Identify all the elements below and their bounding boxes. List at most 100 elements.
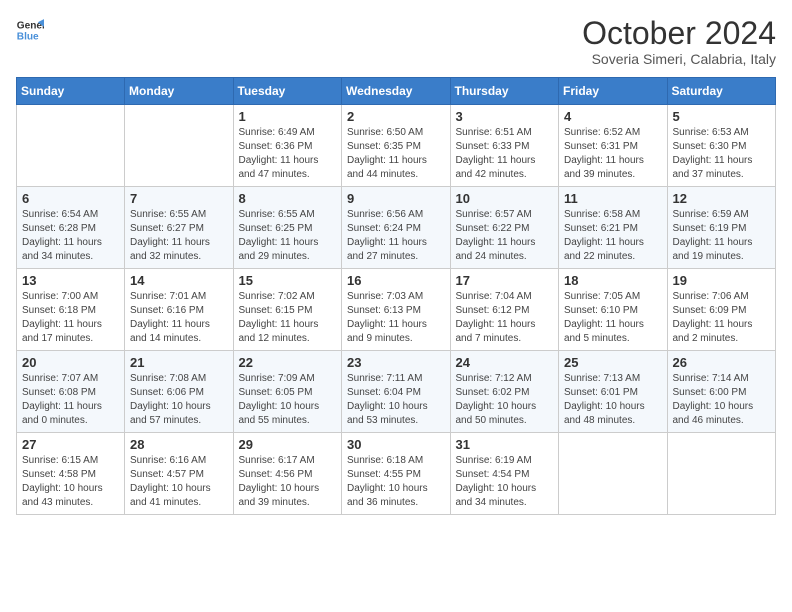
calendar-cell: 16 Sunrise: 7:03 AM Sunset: 6:13 PM Dayli… [342, 269, 451, 351]
day-number: 30 [347, 437, 445, 452]
day-detail: Sunrise: 7:11 AM Sunset: 6:04 PM Dayligh… [347, 372, 445, 428]
header-sunday: Sunday [17, 78, 125, 105]
calendar-cell: 17Sunrise: 7:04 AM Sunset: 6:12 PM Dayli… [450, 269, 559, 351]
calendar-cell: 12 Sunrise: 6:59 AM Sunset: 6:19 PM Dayli… [667, 187, 776, 269]
day-number: 20 [22, 355, 119, 370]
day-detail: Sunrise: 6:56 AM Sunset: 6:24 PM Dayligh… [347, 208, 445, 264]
calendar-body: 1 Sunrise: 6:49 AM Sunset: 6:36 PM Daylig… [17, 105, 776, 515]
header-wednesday: Wednesday [342, 78, 451, 105]
day-number: 7 [130, 191, 228, 206]
day-number: 27 [22, 437, 119, 452]
day-number: 12 [673, 191, 771, 206]
calendar-cell: 20 Sunrise: 7:07 AM Sunset: 6:08 PM Dayli… [17, 351, 125, 433]
header-friday: Friday [559, 78, 668, 105]
week-row-3: 20 Sunrise: 7:07 AM Sunset: 6:08 PM Dayli… [17, 351, 776, 433]
day-detail: Sunrise: 7:12 AM Sunset: 6:02 PM Dayligh… [456, 372, 554, 428]
day-detail: Sunrise: 6:49 AM Sunset: 6:36 PM Dayligh… [239, 126, 337, 182]
calendar-cell: 15 Sunrise: 7:02 AM Sunset: 6:15 PM Dayli… [233, 269, 342, 351]
calendar-cell [559, 433, 668, 515]
calendar-cell: 10 Sunrise: 6:57 AM Sunset: 6:22 PM Dayli… [450, 187, 559, 269]
day-number: 3 [456, 109, 554, 124]
day-detail: Sunrise: 6:17 AM Sunset: 4:56 PM Dayligh… [239, 454, 337, 510]
day-number: 6 [22, 191, 119, 206]
calendar-cell: 6 Sunrise: 6:54 AM Sunset: 6:28 PM Daylig… [17, 187, 125, 269]
week-row-1: 6 Sunrise: 6:54 AM Sunset: 6:28 PM Daylig… [17, 187, 776, 269]
day-detail: Sunrise: 6:57 AM Sunset: 6:22 PM Dayligh… [456, 208, 554, 264]
day-detail: Sunrise: 6:55 AM Sunset: 6:25 PM Dayligh… [239, 208, 337, 264]
day-number: 15 [239, 273, 337, 288]
calendar-cell: 21 Sunrise: 7:08 AM Sunset: 6:06 PM Dayli… [125, 351, 234, 433]
day-detail: Sunrise: 7:09 AM Sunset: 6:05 PM Dayligh… [239, 372, 337, 428]
calendar-cell: 11 Sunrise: 6:58 AM Sunset: 6:21 PM Dayli… [559, 187, 668, 269]
day-number: 21 [130, 355, 228, 370]
day-number: 4 [564, 109, 662, 124]
day-detail: Sunrise: 7:03 AM Sunset: 6:13 PM Dayligh… [347, 290, 445, 346]
calendar-cell: 14Sunrise: 7:01 AM Sunset: 6:16 PM Dayli… [125, 269, 234, 351]
day-detail: Sunrise: 6:58 AM Sunset: 6:21 PM Dayligh… [564, 208, 662, 264]
day-number: 10 [456, 191, 554, 206]
calendar-cell: 28 Sunrise: 6:16 AM Sunset: 4:57 PM Dayli… [125, 433, 234, 515]
calendar-cell: 26 Sunrise: 7:14 AM Sunset: 6:00 PM Dayli… [667, 351, 776, 433]
calendar-cell: 25 Sunrise: 7:13 AM Sunset: 6:01 PM Dayli… [559, 351, 668, 433]
day-number: 23 [347, 355, 445, 370]
page-header: General Blue General Blue October 2024 S… [16, 16, 776, 67]
day-number: 17 [456, 273, 554, 288]
day-number: 22 [239, 355, 337, 370]
day-detail: Sunrise: 6:53 AM Sunset: 6:30 PM Dayligh… [673, 126, 771, 182]
calendar-cell: 24 Sunrise: 7:12 AM Sunset: 6:02 PM Dayli… [450, 351, 559, 433]
calendar-cell: 7 Sunrise: 6:55 AM Sunset: 6:27 PM Daylig… [125, 187, 234, 269]
day-number: 31 [456, 437, 554, 452]
day-detail: Sunrise: 7:13 AM Sunset: 6:01 PM Dayligh… [564, 372, 662, 428]
day-detail: Sunrise: 7:05 AM Sunset: 6:10 PM Dayligh… [564, 290, 662, 346]
week-row-4: 27 Sunrise: 6:15 AM Sunset: 4:58 PM Dayli… [17, 433, 776, 515]
month-title: October 2024 [582, 16, 776, 51]
day-number: 19 [673, 273, 771, 288]
day-number: 25 [564, 355, 662, 370]
svg-text:Blue: Blue [17, 31, 39, 42]
day-detail: Sunrise: 6:51 AM Sunset: 6:33 PM Dayligh… [456, 126, 554, 182]
calendar-cell [667, 433, 776, 515]
day-detail: Sunrise: 6:15 AM Sunset: 4:58 PM Dayligh… [22, 454, 119, 510]
calendar-cell: 2Sunrise: 6:50 AM Sunset: 6:35 PM Daylig… [342, 105, 451, 187]
calendar-cell: 1 Sunrise: 6:49 AM Sunset: 6:36 PM Daylig… [233, 105, 342, 187]
day-detail: Sunrise: 6:18 AM Sunset: 4:55 PM Dayligh… [347, 454, 445, 510]
header-thursday: Thursday [450, 78, 559, 105]
day-detail: Sunrise: 6:59 AM Sunset: 6:19 PM Dayligh… [673, 208, 771, 264]
day-number: 5 [673, 109, 771, 124]
day-number: 16 [347, 273, 445, 288]
day-detail: Sunrise: 7:02 AM Sunset: 6:15 PM Dayligh… [239, 290, 337, 346]
day-number: 13 [22, 273, 119, 288]
day-detail: Sunrise: 6:19 AM Sunset: 4:54 PM Dayligh… [456, 454, 554, 510]
day-detail: Sunrise: 7:07 AM Sunset: 6:08 PM Dayligh… [22, 372, 119, 428]
day-number: 24 [456, 355, 554, 370]
header-saturday: Saturday [667, 78, 776, 105]
calendar-cell: 30 Sunrise: 6:18 AM Sunset: 4:55 PM Dayli… [342, 433, 451, 515]
calendar-cell: 22 Sunrise: 7:09 AM Sunset: 6:05 PM Dayli… [233, 351, 342, 433]
day-detail: Sunrise: 6:16 AM Sunset: 4:57 PM Dayligh… [130, 454, 228, 510]
calendar-cell: 9Sunrise: 6:56 AM Sunset: 6:24 PM Daylig… [342, 187, 451, 269]
day-detail: Sunrise: 7:08 AM Sunset: 6:06 PM Dayligh… [130, 372, 228, 428]
day-number: 8 [239, 191, 337, 206]
calendar-cell: 5 Sunrise: 6:53 AM Sunset: 6:30 PM Daylig… [667, 105, 776, 187]
calendar-cell: 13 Sunrise: 7:00 AM Sunset: 6:18 PM Dayli… [17, 269, 125, 351]
calendar-cell [125, 105, 234, 187]
day-number: 11 [564, 191, 662, 206]
day-detail: Sunrise: 6:55 AM Sunset: 6:27 PM Dayligh… [130, 208, 228, 264]
calendar-cell: 29Sunrise: 6:17 AM Sunset: 4:56 PM Dayli… [233, 433, 342, 515]
day-number: 1 [239, 109, 337, 124]
day-detail: Sunrise: 6:54 AM Sunset: 6:28 PM Dayligh… [22, 208, 119, 264]
day-detail: Sunrise: 7:14 AM Sunset: 6:00 PM Dayligh… [673, 372, 771, 428]
calendar-cell: 18 Sunrise: 7:05 AM Sunset: 6:10 PM Dayli… [559, 269, 668, 351]
day-detail: Sunrise: 6:52 AM Sunset: 6:31 PM Dayligh… [564, 126, 662, 182]
calendar-cell: 4 Sunrise: 6:52 AM Sunset: 6:31 PM Daylig… [559, 105, 668, 187]
week-row-0: 1 Sunrise: 6:49 AM Sunset: 6:36 PM Daylig… [17, 105, 776, 187]
calendar-cell: 19Sunrise: 7:06 AM Sunset: 6:09 PM Dayli… [667, 269, 776, 351]
calendar-cell: 23 Sunrise: 7:11 AM Sunset: 6:04 PM Dayli… [342, 351, 451, 433]
calendar-cell: 3 Sunrise: 6:51 AM Sunset: 6:33 PM Daylig… [450, 105, 559, 187]
day-detail: Sunrise: 7:00 AM Sunset: 6:18 PM Dayligh… [22, 290, 119, 346]
day-number: 26 [673, 355, 771, 370]
day-number: 18 [564, 273, 662, 288]
calendar-table: SundayMondayTuesdayWednesdayThursdayFrid… [16, 77, 776, 515]
calendar-header-row: SundayMondayTuesdayWednesdayThursdayFrid… [17, 78, 776, 105]
day-number: 28 [130, 437, 228, 452]
